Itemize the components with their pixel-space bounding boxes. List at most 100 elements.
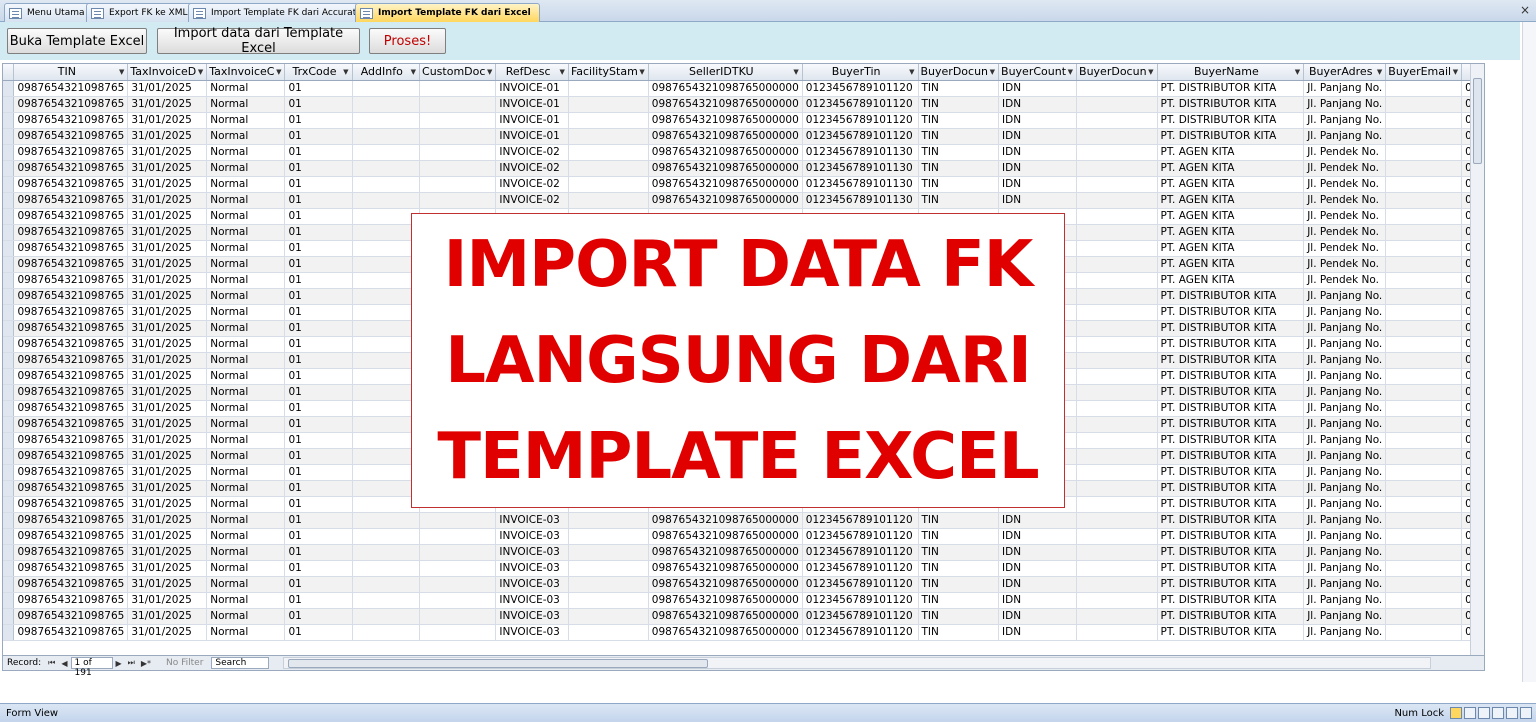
table-cell[interactable]: Normal xyxy=(206,304,286,321)
table-cell[interactable]: PT. DISTRIBUTOR KITA xyxy=(1157,128,1305,145)
table-cell[interactable]: IDN xyxy=(998,528,1078,545)
scroll-thumb[interactable] xyxy=(1473,78,1482,164)
table-cell[interactable]: 0987654321098765000000 xyxy=(648,608,803,625)
table-cell[interactable]: 01 xyxy=(284,320,353,337)
table-cell[interactable] xyxy=(1076,544,1158,561)
table-cell[interactable]: Jl. Panjang No. xyxy=(1303,544,1387,561)
table-cell[interactable]: 0987654321098765000000 xyxy=(648,512,803,529)
table-cell[interactable] xyxy=(1385,112,1463,129)
table-cell[interactable]: TIN xyxy=(918,160,1000,177)
table-cell[interactable]: INVOICE-02 xyxy=(495,160,569,177)
table-cell[interactable]: 0123456789101120 xyxy=(802,544,919,561)
table-cell[interactable]: 0123456789101120 xyxy=(802,576,919,593)
table-cell[interactable] xyxy=(1385,240,1463,257)
sort-dropdown-icon[interactable]: ▼ xyxy=(1295,68,1300,76)
table-cell[interactable]: PT. DISTRIBUTOR KITA xyxy=(1157,624,1305,641)
row-selector[interactable] xyxy=(3,160,15,177)
table-cell[interactable] xyxy=(352,288,421,305)
table-cell[interactable]: 01 xyxy=(284,496,353,513)
table-cell[interactable]: 0987654321098765000000 xyxy=(648,560,803,577)
table-cell[interactable]: Jl. Pendek No. xyxy=(1303,272,1387,289)
table-cell[interactable]: Normal xyxy=(206,464,286,481)
table-cell[interactable]: PT. DISTRIBUTOR KITA xyxy=(1157,496,1305,513)
table-cell[interactable] xyxy=(352,304,421,321)
table-cell[interactable]: Jl. Panjang No. xyxy=(1303,624,1387,641)
table-cell[interactable]: 0987654321098765 xyxy=(13,416,129,433)
table-cell[interactable]: 01 xyxy=(284,80,353,97)
tab-import-accurate[interactable]: Import Template FK dari Accurate xyxy=(188,3,371,22)
previous-record-icon[interactable]: ◀ xyxy=(61,659,67,668)
table-cell[interactable] xyxy=(1076,448,1158,465)
table-cell[interactable]: Jl. Panjang No. xyxy=(1303,448,1387,465)
table-cell[interactable] xyxy=(419,160,497,177)
table-cell[interactable] xyxy=(1385,128,1463,145)
tab-import-excel[interactable]: Import Template FK dari Excel xyxy=(355,3,540,22)
column-header[interactable]: TaxInvoiceD ▼ xyxy=(127,64,208,81)
table-cell[interactable]: 01 xyxy=(284,368,353,385)
table-cell[interactable]: 01 xyxy=(284,432,353,449)
table-cell[interactable]: 0987654321098765 xyxy=(13,352,129,369)
sort-dropdown-icon[interactable]: ▼ xyxy=(909,68,914,76)
row-selector[interactable] xyxy=(3,272,15,289)
table-row[interactable]: 098765432109876531/01/2025Normal01 INVOIC… xyxy=(3,112,1484,129)
table-cell[interactable]: 0987654321098765000000 xyxy=(648,112,803,129)
table-cell[interactable] xyxy=(1076,496,1158,513)
table-cell[interactable]: 01 xyxy=(284,192,353,209)
table-cell[interactable]: 0987654321098765 xyxy=(13,272,129,289)
table-cell[interactable] xyxy=(1385,160,1463,177)
table-cell[interactable]: 01 xyxy=(284,560,353,577)
table-cell[interactable]: 31/01/2025 xyxy=(127,368,208,385)
table-cell[interactable]: 0987654321098765 xyxy=(13,288,129,305)
table-cell[interactable]: Jl. Pendek No. xyxy=(1303,208,1387,225)
sort-dropdown-icon[interactable]: ▼ xyxy=(119,68,124,76)
table-cell[interactable]: Jl. Panjang No. xyxy=(1303,464,1387,481)
row-selector[interactable] xyxy=(3,416,15,433)
table-row[interactable]: 098765432109876531/01/2025Normal01 INVOIC… xyxy=(3,96,1484,113)
table-cell[interactable]: 31/01/2025 xyxy=(127,352,208,369)
column-header[interactable]: BuyerDocun ▼ xyxy=(1076,64,1158,81)
new-record-icon[interactable]: ▶* xyxy=(141,659,151,668)
tab-export-fk-xml[interactable]: Export FK ke XML xyxy=(86,3,197,22)
table-cell[interactable]: IDN xyxy=(998,160,1078,177)
table-row[interactable]: 098765432109876531/01/2025Normal01 INVOIC… xyxy=(3,544,1484,561)
table-cell[interactable] xyxy=(1385,592,1463,609)
table-cell[interactable]: 0987654321098765 xyxy=(13,144,129,161)
table-cell[interactable]: Jl. Panjang No. xyxy=(1303,528,1387,545)
table-cell[interactable]: 01 xyxy=(284,208,353,225)
table-cell[interactable]: Jl. Panjang No. xyxy=(1303,496,1387,513)
table-cell[interactable]: INVOICE-03 xyxy=(495,592,569,609)
table-cell[interactable]: 0987654321098765 xyxy=(13,400,129,417)
table-cell[interactable]: 0123456789101130 xyxy=(802,176,919,193)
table-cell[interactable]: 31/01/2025 xyxy=(127,560,208,577)
layout-view-icon[interactable] xyxy=(1506,707,1518,719)
scroll-thumb[interactable] xyxy=(288,659,709,668)
table-cell[interactable]: PT. AGEN KITA xyxy=(1157,256,1305,273)
table-cell[interactable]: 0123456789101120 xyxy=(802,608,919,625)
table-cell[interactable]: TIN xyxy=(918,560,1000,577)
table-cell[interactable] xyxy=(1076,96,1158,113)
table-cell[interactable]: 0123456789101120 xyxy=(802,96,919,113)
table-cell[interactable]: 01 xyxy=(284,576,353,593)
table-cell[interactable]: 01 xyxy=(284,448,353,465)
table-cell[interactable] xyxy=(568,176,649,193)
table-cell[interactable]: 01 xyxy=(284,112,353,129)
table-cell[interactable] xyxy=(568,128,649,145)
table-cell[interactable] xyxy=(352,608,421,625)
table-cell[interactable]: 0123456789101120 xyxy=(802,528,919,545)
horizontal-scrollbar[interactable] xyxy=(283,657,1432,669)
sort-dropdown-icon[interactable]: ▼ xyxy=(343,68,348,76)
table-cell[interactable]: 31/01/2025 xyxy=(127,208,208,225)
table-cell[interactable] xyxy=(1385,608,1463,625)
table-cell[interactable] xyxy=(352,384,421,401)
sort-dropdown-icon[interactable]: ▼ xyxy=(1148,68,1153,76)
table-cell[interactable] xyxy=(1076,384,1158,401)
table-cell[interactable] xyxy=(1385,560,1463,577)
row-selector[interactable] xyxy=(3,608,15,625)
table-cell[interactable]: 0987654321098765 xyxy=(13,304,129,321)
table-cell[interactable]: PT. DISTRIBUTOR KITA xyxy=(1157,576,1305,593)
row-selector[interactable] xyxy=(3,256,15,273)
table-cell[interactable]: 01 xyxy=(284,160,353,177)
table-cell[interactable] xyxy=(352,528,421,545)
table-cell[interactable]: 0123456789101120 xyxy=(802,592,919,609)
table-cell[interactable] xyxy=(419,592,497,609)
